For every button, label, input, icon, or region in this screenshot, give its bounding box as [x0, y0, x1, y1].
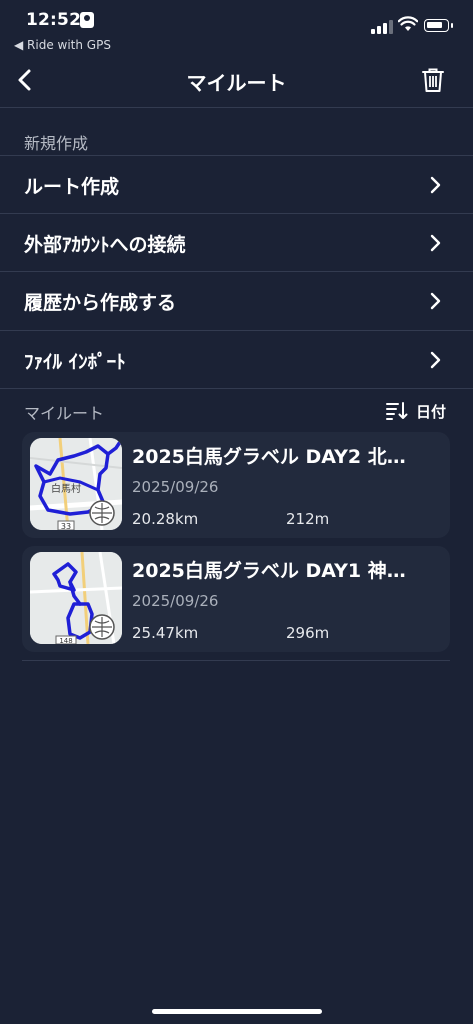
- menu-item-create-route[interactable]: ルート作成: [0, 156, 473, 214]
- route-distance: 25.47km: [132, 624, 199, 642]
- map-place-label: 白馬村: [51, 482, 81, 495]
- chevron-right-icon: [430, 351, 441, 369]
- route-map-icon: 33 白馬村: [30, 438, 122, 530]
- road-number-label: 148: [59, 637, 72, 644]
- sort-descending-icon: [386, 402, 408, 420]
- route-distance: 20.28km: [132, 510, 199, 528]
- route-map-thumbnail: 148: [30, 552, 122, 644]
- route-elevation: 212m: [286, 510, 330, 528]
- page-title: マイルート: [186, 71, 287, 95]
- nav-divider: [0, 107, 473, 108]
- menu-item-from-history[interactable]: 履歴から作成する: [0, 272, 473, 330]
- menu-item-label: ﾌｧｲﾙ ｲﾝﾎﾟｰﾄ: [24, 351, 126, 373]
- menu-divider: [0, 388, 473, 389]
- status-time: 12:52: [26, 10, 82, 30]
- status-bar: 12:52 ◀ Ride with GPS: [0, 0, 473, 56]
- wifi-icon: [398, 16, 418, 31]
- menu-item-label: ルート作成: [24, 176, 120, 198]
- route-date: 2025/09/26: [132, 478, 219, 496]
- list-divider: [22, 660, 450, 661]
- route-date: 2025/09/26: [132, 592, 219, 610]
- chevron-right-icon: [430, 176, 441, 194]
- home-indicator[interactable]: [152, 1009, 322, 1014]
- route-map-thumbnail: 33 白馬村: [30, 438, 122, 530]
- menu-item-external-account[interactable]: 外部ｱｶｳﾝﾄへの接続: [0, 214, 473, 272]
- sort-label: 日付: [416, 403, 447, 421]
- person-badge-icon: [80, 12, 94, 28]
- trash-icon[interactable]: [420, 66, 446, 94]
- route-title: 2025白馬グラベル DAY2 北…: [132, 446, 406, 468]
- route-card[interactable]: 148 2025白馬グラベル DAY1 神… 2025/09/26 25.47k…: [22, 546, 450, 652]
- section-label-my-routes: マイルート: [24, 404, 105, 423]
- route-map-icon: 148: [30, 552, 122, 644]
- back-to-app-link[interactable]: ◀ Ride with GPS: [14, 38, 111, 52]
- section-label-new: 新規作成: [24, 134, 89, 153]
- menu-item-file-import[interactable]: ﾌｧｲﾙ ｲﾝﾎﾟｰﾄ: [0, 331, 473, 389]
- menu-item-label: 履歴から作成する: [24, 292, 177, 314]
- chevron-right-icon: [430, 234, 441, 252]
- route-card[interactable]: 33 白馬村 2025白馬グラベル DAY2 北… 2025/09/26 20.…: [22, 432, 450, 538]
- nav-bar: マイルート: [0, 56, 473, 104]
- cellular-signal-icon: [371, 20, 393, 34]
- road-number-label: 33: [61, 522, 71, 530]
- menu-item-label: 外部ｱｶｳﾝﾄへの接続: [24, 234, 186, 256]
- route-elevation: 296m: [286, 624, 330, 642]
- chevron-right-icon: [430, 292, 441, 310]
- route-title: 2025白馬グラベル DAY1 神…: [132, 560, 406, 582]
- battery-icon: [424, 19, 453, 32]
